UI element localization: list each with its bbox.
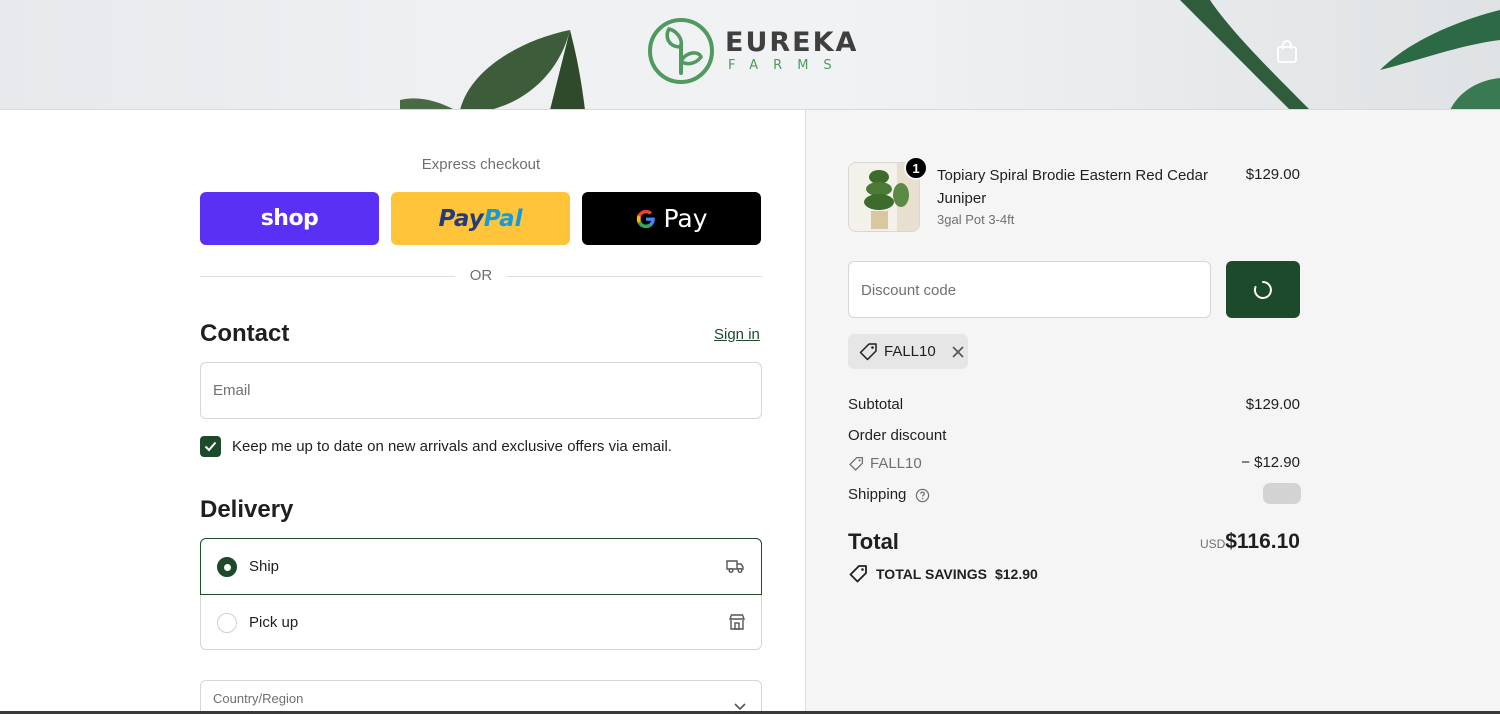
ship-label: Ship (249, 558, 280, 575)
quantity-badge: 1 (904, 156, 928, 180)
truck-icon (726, 560, 744, 573)
express-checkout-label: Express checkout (421, 156, 541, 173)
header-banner: EUREKA FARMS (0, 0, 1500, 110)
shopping-bag-icon[interactable] (1276, 40, 1298, 64)
newsletter-checkbox[interactable] (200, 436, 221, 457)
pickup-radio[interactable] (217, 613, 237, 633)
plant-leaf-decoration (1180, 0, 1500, 109)
chevron-down-icon (734, 703, 746, 711)
total-currency: USD (1200, 537, 1226, 551)
product-price: $129.00 (1245, 166, 1300, 183)
google-g-icon (637, 209, 656, 228)
contact-title: Contact (200, 320, 290, 347)
shipping-label: Shipping (848, 486, 907, 503)
shipping-row: Shipping (848, 486, 930, 503)
total-savings: TOTAL SAVINGS $12.90 (848, 564, 1038, 584)
plant-leaf-decoration (400, 30, 585, 109)
email-field[interactable]: Email (200, 362, 762, 419)
or-label: OR (469, 267, 493, 284)
google-pay-button[interactable]: Pay (582, 192, 761, 245)
delivery-option-ship[interactable]: Ship (200, 538, 762, 595)
leaf-logo-icon (648, 18, 714, 84)
subtotal-value: $129.00 (1245, 396, 1300, 413)
delivery-options: Ship Pick up (200, 538, 762, 650)
google-pay-label: Pay (663, 204, 708, 233)
paypal-label-pay: Pay (438, 205, 484, 232)
country-region-label: Country/Region (213, 691, 304, 706)
newsletter-label: Keep me up to date on new arrivals and e… (232, 438, 672, 455)
help-circle-icon[interactable] (915, 488, 930, 503)
shop-pay-button[interactable]: shop (200, 192, 379, 245)
subtotal-label: Subtotal (848, 396, 904, 413)
checkmark-icon (204, 441, 217, 452)
product-name: Topiary Spiral Brodie Eastern Red Cedar … (937, 167, 1208, 207)
close-icon (952, 345, 964, 358)
loading-spinner-icon (1253, 280, 1272, 299)
ship-radio[interactable] (217, 557, 237, 577)
brand-subtitle: FARMS (728, 58, 847, 73)
paypal-label-pal: Pal (483, 205, 523, 232)
country-region-select[interactable]: Country/Region (200, 680, 762, 714)
order-discount-label: Order discount (848, 427, 947, 444)
email-placeholder: Email (213, 382, 251, 399)
store-icon (728, 614, 746, 630)
pickup-label: Pick up (249, 614, 299, 631)
savings-label: TOTAL SAVINGS (876, 566, 987, 582)
order-discount-value: − $12.90 (1241, 454, 1300, 471)
discount-code-placeholder: Discount code (861, 282, 957, 299)
sign-in-link[interactable]: Sign in (714, 326, 760, 343)
delivery-option-pickup[interactable]: Pick up (201, 595, 763, 651)
delivery-title: Delivery (200, 496, 294, 523)
product-variant: 3gal Pot 3-4ft (937, 212, 1015, 227)
brand-name: EUREKA (725, 27, 859, 58)
remove-discount-button[interactable] (952, 345, 964, 358)
applied-discount-code: FALL10 (884, 343, 936, 360)
order-discount-code-text: FALL10 (870, 455, 922, 472)
tag-icon (849, 456, 864, 471)
order-discount-code: FALL10 (848, 455, 922, 472)
tag-icon (859, 342, 877, 360)
total-value: $116.10 (1225, 530, 1300, 553)
shop-pay-label: shop (260, 206, 319, 231)
savings-tag-icon (849, 565, 867, 583)
savings-value: $12.90 (994, 566, 1038, 582)
applied-discount-chip: FALL10 (848, 334, 968, 369)
brand-logo[interactable]: EUREKA FARMS (647, 17, 858, 85)
shipping-value-loading (1263, 483, 1301, 504)
total-label: Total (848, 529, 899, 554)
apply-discount-button[interactable] (1226, 261, 1300, 318)
discount-code-input[interactable]: Discount code (848, 261, 1211, 318)
or-divider: OR (200, 266, 762, 286)
paypal-button[interactable]: Pay Pal (391, 192, 570, 245)
